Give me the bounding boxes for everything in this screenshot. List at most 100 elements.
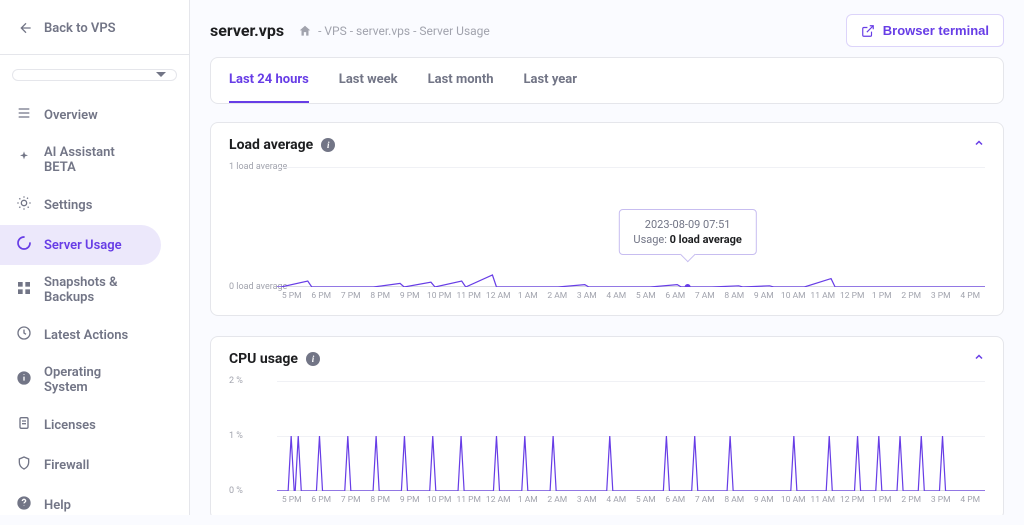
sparkle-icon [16, 150, 32, 170]
x-tick: 6 PM [307, 291, 337, 301]
sidebar-item-server-usage[interactable]: Server Usage [0, 225, 161, 265]
load-chart-title: Load average [229, 137, 313, 153]
load-chart-area: 1 load average 0 load average 2023-08-09… [277, 167, 985, 287]
nav-label: Overview [44, 108, 98, 123]
nav-label: Firewall [44, 458, 89, 473]
x-tick: 12 PM [838, 495, 868, 505]
x-tick: 2 AM [543, 495, 573, 505]
sidebar-item-help[interactable]: Help [0, 485, 161, 525]
x-tick: 3 AM [572, 495, 602, 505]
y-label-0: 0 % [229, 486, 243, 496]
load-average-card: Load average i 1 load average 0 load ave… [210, 122, 1004, 316]
x-tick: 6 PM [307, 495, 337, 505]
nav-label: Latest Actions [44, 328, 128, 343]
x-tick: 9 AM [749, 291, 779, 301]
x-tick: 10 PM [425, 291, 455, 301]
info-icon [16, 370, 32, 390]
x-tick: 7 PM [336, 495, 366, 505]
sidebar-item-firewall[interactable]: Firewall [0, 445, 161, 485]
shield-icon [16, 455, 32, 475]
chevron-up-icon [973, 137, 985, 149]
page-header: server.vps - VPS - server.vps - Server U… [210, 14, 1004, 47]
x-tick: 12 AM [484, 495, 514, 505]
x-tick: 12 AM [484, 291, 514, 301]
collapse-toggle[interactable] [973, 351, 985, 367]
sidebar-item-latest-actions[interactable]: Latest Actions [0, 315, 161, 355]
tooltip-date: 2023-08-09 07:51 [633, 218, 741, 231]
terminal-button-label: Browser terminal [883, 23, 989, 38]
info-icon[interactable]: i [306, 352, 320, 366]
caret-down-icon [156, 70, 166, 80]
x-tick: 1 PM [867, 495, 897, 505]
x-tick: 3 PM [926, 291, 956, 301]
info-icon[interactable]: i [321, 138, 335, 152]
home-icon[interactable] [298, 24, 312, 38]
back-to-vps-link[interactable]: Back to VPS [0, 16, 189, 55]
x-tick: 9 AM [749, 495, 779, 505]
x-tick: 3 AM [572, 291, 602, 301]
x-tick: 2 PM [897, 495, 927, 505]
cpu-chart-title: CPU usage [229, 351, 298, 367]
cpu-usage-card: CPU usage i 2 % 1 % 0 % 5 PM6 PM7 PM8 PM… [210, 336, 1004, 515]
nav-label: Licenses [44, 418, 96, 433]
x-tick: 4 PM [956, 291, 986, 301]
x-tick: 1 AM [513, 495, 543, 505]
spinner-icon [16, 235, 32, 255]
nav-label: Settings [44, 198, 92, 213]
x-tick: 5 AM [631, 291, 661, 301]
external-link-icon [861, 24, 875, 38]
nav-label: Help [44, 498, 71, 513]
nav-label: Snapshots & Backups [44, 275, 145, 305]
x-tick: 8 PM [366, 291, 396, 301]
x-tick: 10 AM [779, 291, 809, 301]
y-label-1: 1 % [229, 431, 243, 441]
sidebar-item-operating-system[interactable]: Operating System [0, 355, 161, 405]
main-content: server.vps - VPS - server.vps - Server U… [190, 0, 1024, 515]
tab-last-month[interactable]: Last month [428, 58, 494, 103]
x-tick: 1 AM [513, 291, 543, 301]
sidebar-item-settings[interactable]: Settings [0, 185, 161, 225]
sidebar-item-overview[interactable]: Overview [0, 95, 161, 135]
x-tick: 11 PM [454, 291, 484, 301]
cpu-chart-area: 2 % 1 % 0 % [277, 381, 985, 491]
grid-icon [16, 280, 32, 300]
sidebar: Back to VPS Overview AI Assistant BETA Set… [0, 0, 190, 515]
page-title: server.vps [210, 21, 284, 40]
gear-icon [16, 195, 32, 215]
x-tick: 10 AM [779, 495, 809, 505]
sidebar-nav: Overview AI Assistant BETA Settings Server … [0, 95, 189, 525]
load-x-axis-labels: 5 PM6 PM7 PM8 PM9 PM10 PM11 PM12 AM1 AM2… [277, 291, 985, 301]
x-tick: 6 AM [661, 495, 691, 505]
y-label-2: 2 % [229, 376, 243, 386]
server-select-dropdown[interactable] [12, 69, 177, 81]
sidebar-item-ai-assistant-beta[interactable]: AI Assistant BETA [0, 135, 161, 185]
time-range-tabs: Last 24 hours Last week Last month Last yea… [210, 57, 1004, 104]
chevron-up-icon [973, 351, 985, 363]
x-tick: 8 PM [366, 495, 396, 505]
x-tick: 8 AM [720, 495, 750, 505]
help-icon [16, 495, 32, 515]
x-tick: 11 AM [808, 291, 838, 301]
x-tick: 8 AM [720, 291, 750, 301]
x-tick: 4 PM [956, 495, 986, 505]
x-tick: 7 AM [690, 291, 720, 301]
x-tick: 4 AM [602, 495, 632, 505]
browser-terminal-button[interactable]: Browser terminal [846, 14, 1004, 47]
x-tick: 11 AM [808, 495, 838, 505]
chart-tooltip: 2023-08-09 07:51 Usage: 0 load average [618, 209, 756, 255]
x-tick: 5 PM [277, 291, 307, 301]
breadcrumb: - VPS - server.vps - Server Usage [298, 24, 490, 38]
tab-last-week[interactable]: Last week [339, 58, 398, 103]
x-tick: 2 AM [543, 291, 573, 301]
sidebar-item-snapshots-backups[interactable]: Snapshots & Backups [0, 265, 161, 315]
sidebar-item-licenses[interactable]: Licenses [0, 405, 161, 445]
x-tick: 11 PM [454, 495, 484, 505]
collapse-toggle[interactable] [973, 137, 985, 153]
x-tick: 3 PM [926, 495, 956, 505]
back-label: Back to VPS [44, 21, 116, 36]
tab-last-year[interactable]: Last year [524, 58, 578, 103]
x-tick: 12 PM [838, 291, 868, 301]
tab-last-24-hours[interactable]: Last 24 hours [229, 58, 309, 103]
x-tick: 6 AM [661, 291, 691, 301]
x-tick: 5 PM [277, 495, 307, 505]
